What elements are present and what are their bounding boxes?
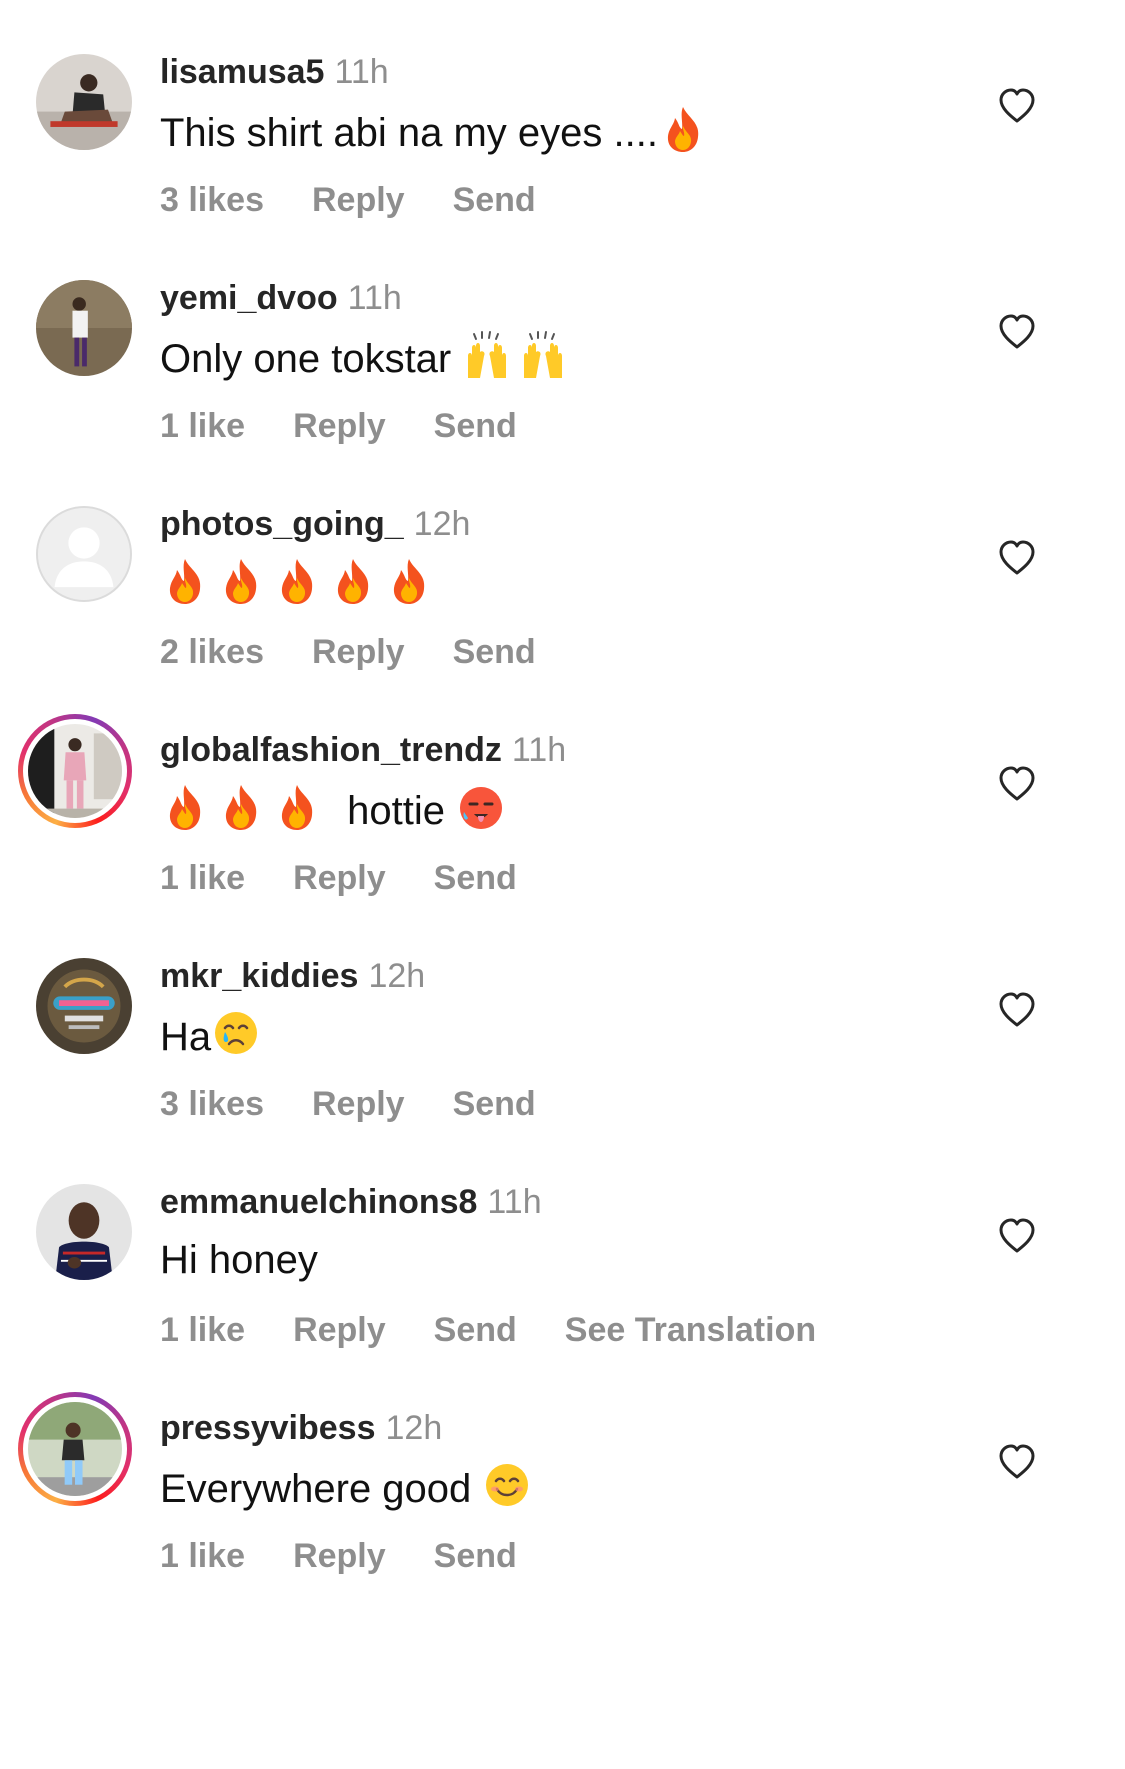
avatar[interactable] xyxy=(36,1184,132,1280)
comment-text: Ha xyxy=(160,1008,267,1063)
fire-emoji-icon xyxy=(328,556,378,606)
likes-count[interactable]: 1 like xyxy=(160,1537,245,1575)
comment-text xyxy=(160,556,440,611)
reply-button[interactable]: Reply xyxy=(293,407,386,445)
comment-item: lisamusa5 11h This shirt abi na my eyes .… xyxy=(0,0,1125,255)
timestamp: 11h xyxy=(511,731,567,769)
reply-button[interactable]: Reply xyxy=(293,859,386,897)
fire-emoji-icon xyxy=(216,782,266,832)
reply-button[interactable]: Reply xyxy=(312,633,405,671)
avatar[interactable] xyxy=(36,280,132,376)
raising-hands-emoji-icon xyxy=(518,330,568,380)
comment-text: Hi honey xyxy=(160,1238,318,1282)
comment-item: globalfashion_trendz 11h hottie 1 like Rep… xyxy=(0,678,1125,933)
username[interactable]: lisamusa5 xyxy=(160,53,324,91)
timestamp: 11h xyxy=(487,1183,542,1221)
avatar-photo-icon xyxy=(28,1402,122,1496)
heart-icon[interactable] xyxy=(997,990,1037,1030)
heart-icon[interactable] xyxy=(997,1216,1037,1256)
reply-button[interactable]: Reply xyxy=(312,1085,405,1123)
send-button[interactable]: Send xyxy=(434,1311,517,1349)
send-button[interactable]: Send xyxy=(434,859,517,897)
raising-hands-emoji-icon xyxy=(462,330,512,380)
timestamp: 12h xyxy=(385,1409,443,1447)
send-button[interactable]: Send xyxy=(453,633,536,671)
fire-emoji-icon xyxy=(160,782,210,832)
fire-emoji-icon xyxy=(216,556,266,606)
fire-emoji-icon xyxy=(658,104,708,154)
send-button[interactable]: Send xyxy=(453,1085,536,1123)
reply-button[interactable]: Reply xyxy=(293,1537,386,1575)
comment-text: hottie xyxy=(160,782,512,837)
heart-icon[interactable] xyxy=(997,312,1037,352)
heart-icon[interactable] xyxy=(997,1442,1037,1482)
comment-text: Only one tokstar xyxy=(160,330,574,385)
username[interactable]: yemi_dvoo xyxy=(160,279,338,317)
reply-button[interactable]: Reply xyxy=(312,181,405,219)
likes-count[interactable]: 3 likes xyxy=(160,1085,264,1123)
avatar-photo-icon xyxy=(36,1184,132,1280)
likes-count[interactable]: 1 like xyxy=(160,859,245,897)
timestamp: 11h xyxy=(334,53,389,91)
send-button[interactable]: Send xyxy=(453,181,536,219)
heart-icon[interactable] xyxy=(997,764,1037,804)
comment-item: mkr_kiddies 12h Ha 3 likes Reply Send xyxy=(0,904,1125,1159)
avatar-logo-icon xyxy=(36,958,132,1054)
comment-text: This shirt abi na my eyes .... xyxy=(160,104,714,159)
heart-icon[interactable] xyxy=(997,538,1037,578)
avatar-photo-icon xyxy=(36,54,132,150)
fire-emoji-icon xyxy=(272,556,322,606)
crying-face-emoji-icon xyxy=(211,1008,261,1058)
heart-icon[interactable] xyxy=(997,86,1037,126)
fire-emoji-icon xyxy=(272,782,322,832)
comment-item: emmanuelchinons8 11h Hi honey 1 like Reply… xyxy=(0,1130,1125,1385)
comment-item: photos_going_ 12h 2 likes Reply Send xyxy=(0,452,1125,707)
username[interactable]: pressyvibess xyxy=(160,1409,376,1447)
default-avatar-icon xyxy=(38,508,130,600)
username[interactable]: mkr_kiddies xyxy=(160,957,358,995)
username[interactable]: globalfashion_trendz xyxy=(160,731,502,769)
fire-emoji-icon xyxy=(384,556,434,606)
avatar[interactable] xyxy=(36,958,132,1054)
likes-count[interactable]: 2 likes xyxy=(160,633,264,671)
avatar[interactable] xyxy=(36,54,132,150)
avatar-story-ring[interactable] xyxy=(18,1392,132,1506)
send-button[interactable]: Send xyxy=(434,1537,517,1575)
comment-item: yemi_dvoo 11h Only one tokstar 1 like Repl… xyxy=(0,226,1125,481)
see-translation-button[interactable]: See Translation xyxy=(565,1311,816,1349)
send-button[interactable]: Send xyxy=(434,407,517,445)
smiling-face-emoji-icon xyxy=(482,1460,532,1510)
username[interactable]: emmanuelchinons8 xyxy=(160,1183,477,1221)
likes-count[interactable]: 3 likes xyxy=(160,181,264,219)
avatar-photo-icon xyxy=(28,724,122,818)
comment-item: pressyvibess 12h Everywhere good 1 like Re… xyxy=(0,1356,1125,1611)
timestamp: 12h xyxy=(413,505,471,543)
reply-button[interactable]: Reply xyxy=(293,1311,386,1349)
avatar-story-ring[interactable] xyxy=(18,714,132,828)
likes-count[interactable]: 1 like xyxy=(160,407,245,445)
fire-emoji-icon xyxy=(160,556,210,606)
comment-text: Everywhere good xyxy=(160,1460,538,1515)
username[interactable]: photos_going_ xyxy=(160,505,404,543)
hot-face-emoji-icon xyxy=(456,782,506,832)
timestamp: 12h xyxy=(368,957,426,995)
likes-count[interactable]: 1 like xyxy=(160,1311,245,1349)
timestamp: 11h xyxy=(347,279,402,317)
avatar-photo-icon xyxy=(36,280,132,376)
avatar[interactable] xyxy=(36,506,132,602)
